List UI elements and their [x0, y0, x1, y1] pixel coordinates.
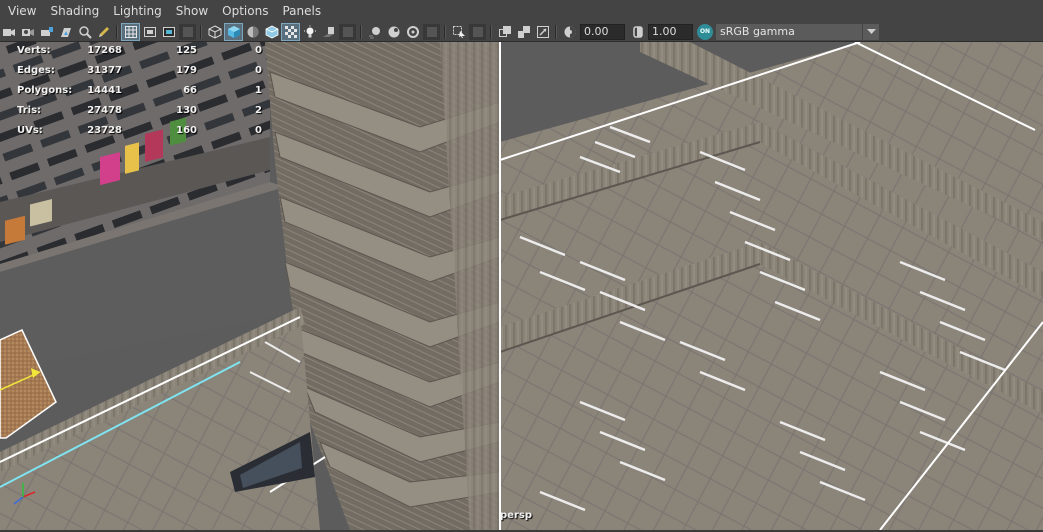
- hud-row: UVs: 23728 160 0: [17, 122, 267, 142]
- hud-selected-value: 160: [176, 125, 197, 136]
- toolbar-separator: [490, 24, 492, 39]
- hud-scene-value: 23728: [87, 125, 122, 136]
- exposure-icon[interactable]: [561, 24, 578, 40]
- perspective-viewport[interactable]: Verts: 17268 125 0 Edges: 31377 179 0 Po…: [0, 42, 1043, 530]
- hud-selected-value: 125: [176, 45, 197, 56]
- toolbar-separator: [444, 24, 446, 39]
- screen-space-ao-icon[interactable]: [339, 23, 356, 40]
- menu-options[interactable]: Options: [214, 0, 274, 22]
- multisample-aa-icon[interactable]: [385, 24, 402, 40]
- menu-panels[interactable]: Panels: [274, 0, 327, 22]
- hud-scene-value: 27478: [87, 105, 122, 116]
- panel-menu-bar: View Shading Lighting Show Options Panel…: [0, 0, 1043, 22]
- exposure-field[interactable]: 0.00: [580, 23, 625, 40]
- gamma-icon[interactable]: [629, 24, 646, 40]
- xray-joints-icon[interactable]: [496, 24, 513, 40]
- menu-shading[interactable]: Shading: [42, 0, 105, 22]
- hud-scene-value: 17268: [87, 45, 122, 56]
- hud-label: Polygons:: [17, 85, 73, 96]
- color-management-icon[interactable]: ON: [697, 23, 713, 40]
- menu-show[interactable]: Show: [168, 0, 214, 22]
- hud-uv-value: 2: [255, 105, 262, 116]
- hud-scene-value: 31377: [87, 65, 122, 76]
- menu-lighting[interactable]: Lighting: [105, 0, 168, 22]
- wireframe-on-shaded-icon[interactable]: [263, 24, 280, 40]
- hud-label: Verts:: [17, 45, 51, 56]
- hud-label: UVs:: [17, 125, 43, 136]
- 2d-pan-zoom-icon[interactable]: [76, 24, 93, 40]
- hud-selected-value: 130: [176, 105, 197, 116]
- use-all-lights-icon[interactable]: [301, 24, 318, 40]
- gate-mask-icon[interactable]: [179, 23, 196, 40]
- xray-icon[interactable]: [423, 23, 440, 40]
- wireframe-icon[interactable]: [206, 24, 223, 40]
- grid-icon[interactable]: [121, 22, 140, 41]
- gamma-field[interactable]: 1.00: [648, 23, 693, 40]
- hud-uv-value: 0: [255, 45, 262, 56]
- depth-of-field-icon[interactable]: [404, 24, 421, 40]
- heads-up-poly-count: Verts: 17268 125 0 Edges: 31377 179 0 Po…: [17, 42, 267, 142]
- hud-selected-value: 66: [183, 85, 197, 96]
- hud-row: Polygons: 14441 66 1: [17, 82, 267, 102]
- hud-selected-value: 179: [176, 65, 197, 76]
- safe-action-icon[interactable]: [534, 24, 551, 40]
- toolbar-separator: [200, 24, 202, 39]
- smooth-shade-all-icon[interactable]: [224, 22, 243, 41]
- hud-scene-value: 14441: [87, 85, 122, 96]
- hud-uv-value: 1: [255, 85, 262, 96]
- bookmarks-icon[interactable]: [38, 24, 55, 40]
- textured-icon[interactable]: [281, 22, 300, 41]
- xray-active-components-icon[interactable]: [469, 23, 486, 40]
- hud-label: Edges:: [17, 65, 55, 76]
- motion-blur-icon[interactable]: [366, 24, 383, 40]
- view-transform-value: sRGB gamma: [720, 24, 795, 38]
- chevron-down-icon[interactable]: [862, 23, 879, 40]
- camera-name-label: persp: [500, 510, 532, 521]
- maya-model-panel: View Shading Lighting Show Options Panel…: [0, 0, 1043, 532]
- hud-row: Tris: 27478 130 2: [17, 102, 267, 122]
- hud-label: Tris:: [17, 105, 42, 116]
- grease-pencil-icon[interactable]: [95, 24, 112, 40]
- hud-uv-value: 0: [255, 65, 262, 76]
- hud-row: Verts: 17268 125 0: [17, 42, 267, 62]
- view-transform-dropdown[interactable]: sRGB gamma: [716, 23, 879, 40]
- camera-select-icon[interactable]: [0, 24, 17, 40]
- image-plane-icon[interactable]: [57, 24, 74, 40]
- panel-toolbar: 0.00 1.00 ON sRGB gamma: [0, 22, 1043, 42]
- field-chart-icon[interactable]: [515, 24, 532, 40]
- toolbar-separator: [360, 24, 362, 39]
- hud-row: Edges: 31377 179 0: [17, 62, 267, 82]
- resolution-gate-icon[interactable]: [160, 24, 177, 40]
- camera-attributes-icon[interactable]: [19, 24, 36, 40]
- shadows-icon[interactable]: [320, 24, 337, 40]
- default-material-icon[interactable]: [244, 24, 261, 40]
- isolate-select-icon[interactable]: [450, 24, 467, 40]
- toolbar-separator: [555, 24, 557, 39]
- view-axis-icon: [13, 483, 36, 505]
- hud-uv-value: 0: [255, 125, 262, 136]
- film-gate-icon[interactable]: [141, 24, 158, 40]
- menu-view[interactable]: View: [0, 0, 42, 22]
- toolbar-separator: [116, 24, 118, 39]
